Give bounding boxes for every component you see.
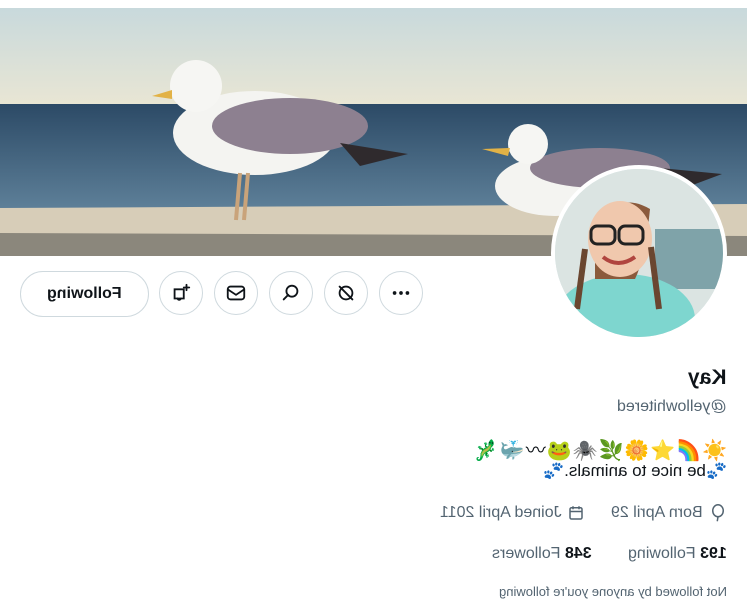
profile-name-text: Kay: [688, 366, 727, 389]
bio-emoji-text: ☀️🌈⭐🌼🌿🕷️🐸〰🐳🦎: [472, 440, 727, 462]
notifications-button[interactable]: [324, 271, 368, 315]
profile-actions: Following: [0, 271, 747, 317]
calendar-icon: [569, 506, 584, 520]
profile-handle: @yellowhitered: [617, 398, 727, 416]
profile-meta: Joined April 2011 Born April 29: [440, 503, 727, 523]
profile-bio-text: 🐾be nice to animals.🐾: [542, 461, 727, 480]
following-count: 193: [700, 545, 727, 562]
subscribe-button[interactable]: [159, 271, 203, 315]
following-label: Following: [628, 545, 696, 562]
search-button[interactable]: [269, 271, 313, 315]
birth-date: Born April 29: [611, 504, 703, 521]
profile-handle-text: @yellowhitered: [617, 398, 727, 415]
followers-count: 348: [564, 545, 592, 562]
followers-link[interactable]: 348 Followers: [492, 545, 592, 563]
not-followed-text: Not followed by anyone you're following: [499, 584, 727, 599]
not-followed-note: Not followed by anyone you're following: [499, 584, 727, 599]
following-button-label: Following: [47, 285, 122, 302]
subscribe-icon: [173, 283, 191, 301]
message-icon: [226, 285, 246, 301]
more-button[interactable]: [379, 271, 423, 315]
more-icon: [392, 291, 410, 295]
followers-label: Followers: [491, 545, 561, 562]
top-edge: [0, 0, 747, 8]
notifications-icon: [338, 285, 354, 301]
bio-emoji-row: ☀️🌈⭐🌼🌿🕷️🐸〰🐳🦎: [473, 434, 727, 463]
joined-date: Joined April 2011: [439, 504, 562, 521]
balloon-icon: [712, 504, 724, 522]
following-button[interactable]: Following: [20, 271, 149, 317]
message-button[interactable]: [214, 271, 258, 315]
follow-stats: 348 Followers 193 Following: [492, 545, 727, 563]
search-icon: [282, 284, 299, 301]
profile-bio: 🐾be nice to animals.🐾: [543, 461, 727, 481]
following-link[interactable]: 193 Following: [628, 545, 727, 563]
profile-name: Kay: [688, 366, 727, 390]
